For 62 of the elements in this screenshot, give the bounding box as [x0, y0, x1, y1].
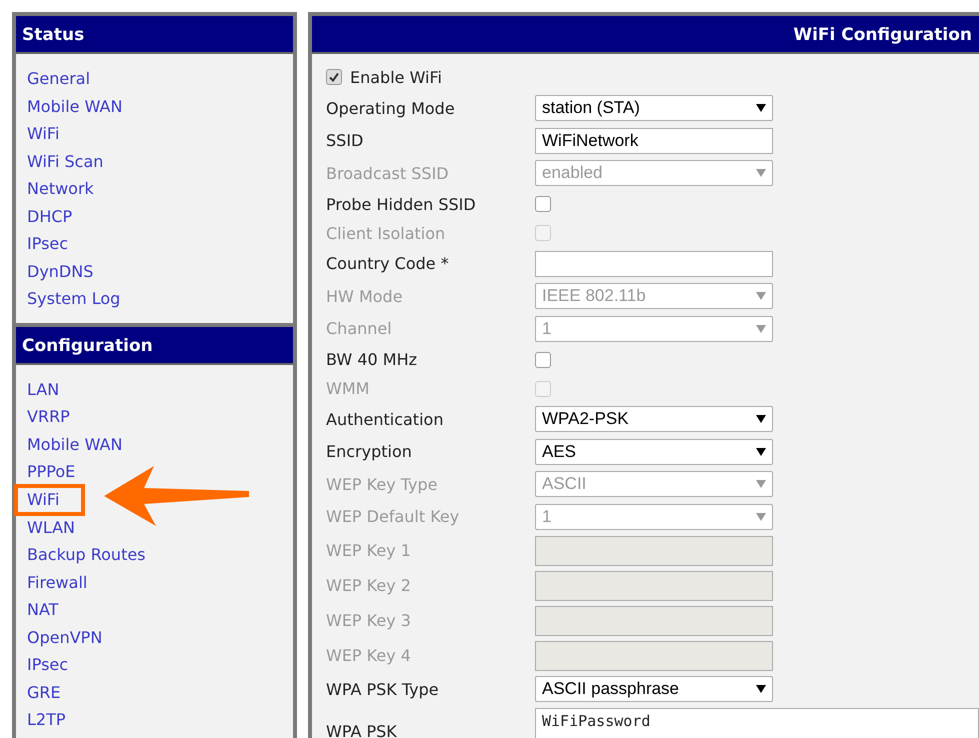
input-field[interactable]	[535, 250, 773, 277]
field-label: Encryption	[326, 442, 413, 462]
sidebar-link[interactable]: OpenVPN	[16, 624, 114, 651]
panel-title: WiFi Configuration	[312, 16, 979, 54]
field-label: WEP Key 3	[326, 611, 412, 630]
section-header: Configuration	[16, 326, 293, 364]
sidebar-link[interactable]: L2TP	[16, 706, 77, 734]
dropdown: 1	[535, 504, 773, 530]
text-area[interactable]: WiFiPassword	[535, 708, 979, 738]
dropdown[interactable]: AES	[535, 438, 773, 465]
field-label: Authentication	[326, 410, 444, 429]
sidebar-link[interactable]: Mobile WAN	[16, 430, 134, 458]
field-label: WEP Key 4	[326, 646, 412, 665]
input-field[interactable]: WiFiNetwork	[535, 128, 773, 154]
dropdown[interactable]: WPA2-PSK	[535, 406, 773, 432]
sidebar-link[interactable]: NAT	[16, 596, 70, 624]
dropdown[interactable]: station (STA)	[535, 95, 773, 122]
field-label: Client Isolation	[326, 224, 446, 242]
sidebar-link[interactable]: IPsec	[16, 230, 80, 258]
sidebar-link[interactable]: Backup Routes	[16, 541, 157, 568]
sidebar-link[interactable]: PPPoE	[16, 458, 86, 486]
sidebar-link[interactable]: WLAN	[16, 514, 86, 541]
sidebar-link[interactable]: General	[16, 65, 102, 92]
field-label: BW 40 MHz	[326, 350, 418, 369]
dropdown: ASCII	[535, 471, 773, 498]
checkbox-label: Enable WiFi	[350, 68, 442, 86]
field-label: WEP Default Key	[326, 507, 460, 526]
sidebar-link[interactable]: WiFi	[16, 120, 70, 148]
sidebar-link[interactable]: VRRP	[16, 403, 81, 430]
dropdown: IEEE 802.11b	[535, 283, 773, 310]
field-label: WEP Key Type	[326, 474, 439, 494]
sidebar-link[interactable]: DHCP	[16, 202, 84, 230]
sidebar-link[interactable]: Mobile WAN	[16, 92, 134, 120]
sidebar-link[interactable]: Firewall	[16, 568, 98, 596]
field-label: Probe Hidden SSID	[326, 194, 477, 214]
field-label: WPA PSK	[326, 722, 398, 738]
sidebar-link[interactable]: DynDNS	[16, 258, 104, 285]
field-label: Broadcast SSID	[326, 164, 450, 183]
field-label: HW Mode	[326, 286, 404, 306]
sidebar-link[interactable]: Network	[16, 175, 105, 202]
sidebar-link[interactable]: LAN	[16, 376, 70, 403]
field-label: WEP Key 1	[326, 541, 412, 560]
checkbox[interactable]	[535, 196, 551, 212]
dropdown: 1	[535, 316, 773, 342]
field-label: WMM	[326, 379, 370, 398]
field-label: SSID	[326, 131, 364, 150]
field-label: WEP Key 2	[326, 576, 412, 595]
sidebar-link[interactable]: WiFi	[14, 484, 85, 516]
field-label: WPA PSK Type	[326, 680, 440, 699]
sidebar-link[interactable]: GRE	[16, 678, 72, 706]
field-label: Channel	[326, 319, 393, 338]
dropdown: enabled	[535, 160, 773, 186]
section-header: Status	[16, 16, 293, 54]
checkbox[interactable]	[535, 352, 551, 368]
sidebar-link[interactable]: WiFi Scan	[16, 148, 114, 175]
checkmark-icon	[329, 72, 339, 82]
dropdown[interactable]: ASCII passphrase	[535, 676, 773, 702]
sidebar-link[interactable]: System Log	[16, 285, 132, 312]
sidebar-link[interactable]: IPsec	[16, 651, 80, 678]
field-label: Country Code *	[326, 254, 450, 274]
checkbox[interactable]	[326, 69, 342, 85]
field-label: Operating Mode	[326, 98, 456, 118]
